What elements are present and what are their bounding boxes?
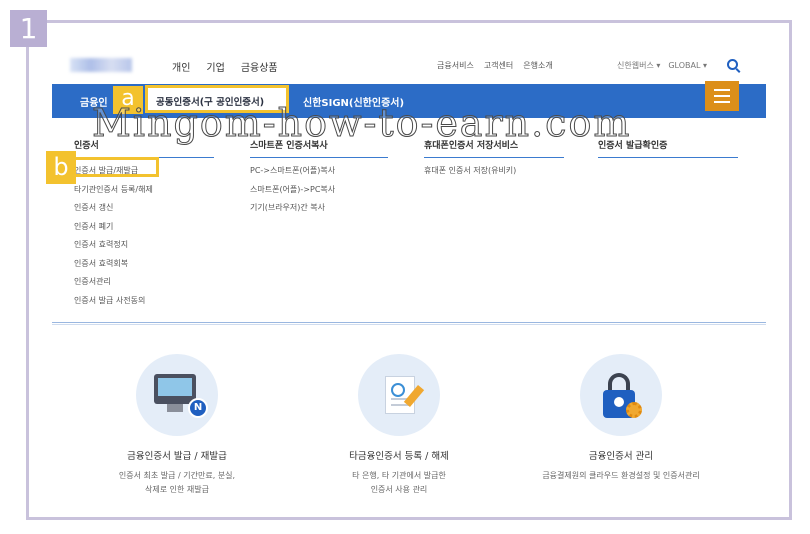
nav-about-bank[interactable]: 은행소개 [523,60,552,71]
card-title-manage[interactable]: 금융인증서 관리 [521,448,721,462]
card-desc-manage: 금융결제원의 클라우드 환경설정 및 인증서관리 [511,469,731,483]
annotation-badge-b: b [46,151,76,184]
phone-storage-list: 휴대폰 인증서 저장(유비키) [424,162,516,181]
menu-item-suspend[interactable]: 인증서 효력정지 [74,236,153,255]
certificate-menu-list: 인증서 발급/재발급 타기관인증서 등록/해제 인증서 갱신 인증서 폐기 인증… [74,162,153,310]
step-number-badge: 1 [10,10,47,47]
bank-logo[interactable] [70,58,132,72]
keyhole-icon [614,397,624,407]
card-desc-line: 금융결제원의 클라우드 환경설정 및 인증서관리 [542,471,700,480]
card-title-register[interactable]: 타금융인증서 등록 / 해제 [299,448,499,462]
new-badge-icon: N [188,398,208,418]
main-nav: 개인 기업 금융상품 [172,59,278,74]
menu-item-browser-copy[interactable]: 기기(브라우저)간 복사 [250,199,335,218]
hamburger-menu-icon[interactable] [705,81,739,111]
menu-item-ubikey[interactable]: 휴대폰 인증서 저장(유비키) [424,162,516,181]
menu-line [714,89,730,91]
utility-nav: 신한웹버스 ▾ GLOBAL ▾ [617,60,707,71]
card-desc-line: 타 은행, 타 기관에서 발급한 [352,471,446,480]
search-icon[interactable] [727,59,738,70]
util-webbus-dropdown[interactable]: 신한웹버스 ▾ [617,60,660,71]
gear-icon [626,402,642,418]
menu-item-register-other[interactable]: 타기관인증서 등록/해제 [74,181,153,200]
card-desc-register: 타 은행, 타 기관에서 발급한 인증서 사용 관리 [289,469,509,497]
nav-products[interactable]: 금융상품 [241,59,278,74]
card-desc-line: 인증서 최초 발급 / 기간만료, 분실, [118,471,236,480]
menu-line [714,101,730,103]
menu-item-pre-consent[interactable]: 인증서 발급 사전동의 [74,292,153,311]
card-title-issue[interactable]: 금융인증서 발급 / 재발급 [77,448,277,462]
menu-item-restore[interactable]: 인증서 효력회복 [74,255,153,274]
util-global-dropdown[interactable]: GLOBAL ▾ [668,61,707,70]
menu-line [714,95,730,97]
menu-item-manage[interactable]: 인증서관리 [74,273,153,292]
menu-item-issue-highlight [71,157,159,177]
menu-item-pc-to-phone[interactable]: PC->스마트폰(어플)복사 [250,162,335,181]
card-desc-line: 삭제로 인한 재발급 [145,485,209,494]
nav-personal[interactable]: 개인 [172,59,190,74]
smartphone-copy-list: PC->스마트폰(어플)복사 스마트폰(어플)->PC복사 기기(브라우저)간 … [250,162,335,218]
menu-item-renew[interactable]: 인증서 갱신 [74,199,153,218]
nav-financial-services[interactable]: 금융서비스 [437,60,474,71]
card-desc-line: 인증서 사용 관리 [370,485,428,494]
monitor-stand [167,404,183,412]
section-divider [52,322,766,325]
menu-item-revoke[interactable]: 인증서 폐기 [74,218,153,237]
menu-item-phone-to-pc[interactable]: 스마트폰(어플)->PC복사 [250,181,335,200]
card-desc-issue: 인증서 최초 발급 / 기간만료, 분실, 삭제로 인한 재발급 [67,469,287,497]
watermark-text: Mingom-how-to-earn.com [91,101,632,146]
monitor-icon [154,374,196,404]
secondary-nav: 금융서비스 고객센터 은행소개 [437,60,553,71]
nav-customer-center[interactable]: 고객센터 [484,60,513,71]
nav-business[interactable]: 기업 [206,59,224,74]
